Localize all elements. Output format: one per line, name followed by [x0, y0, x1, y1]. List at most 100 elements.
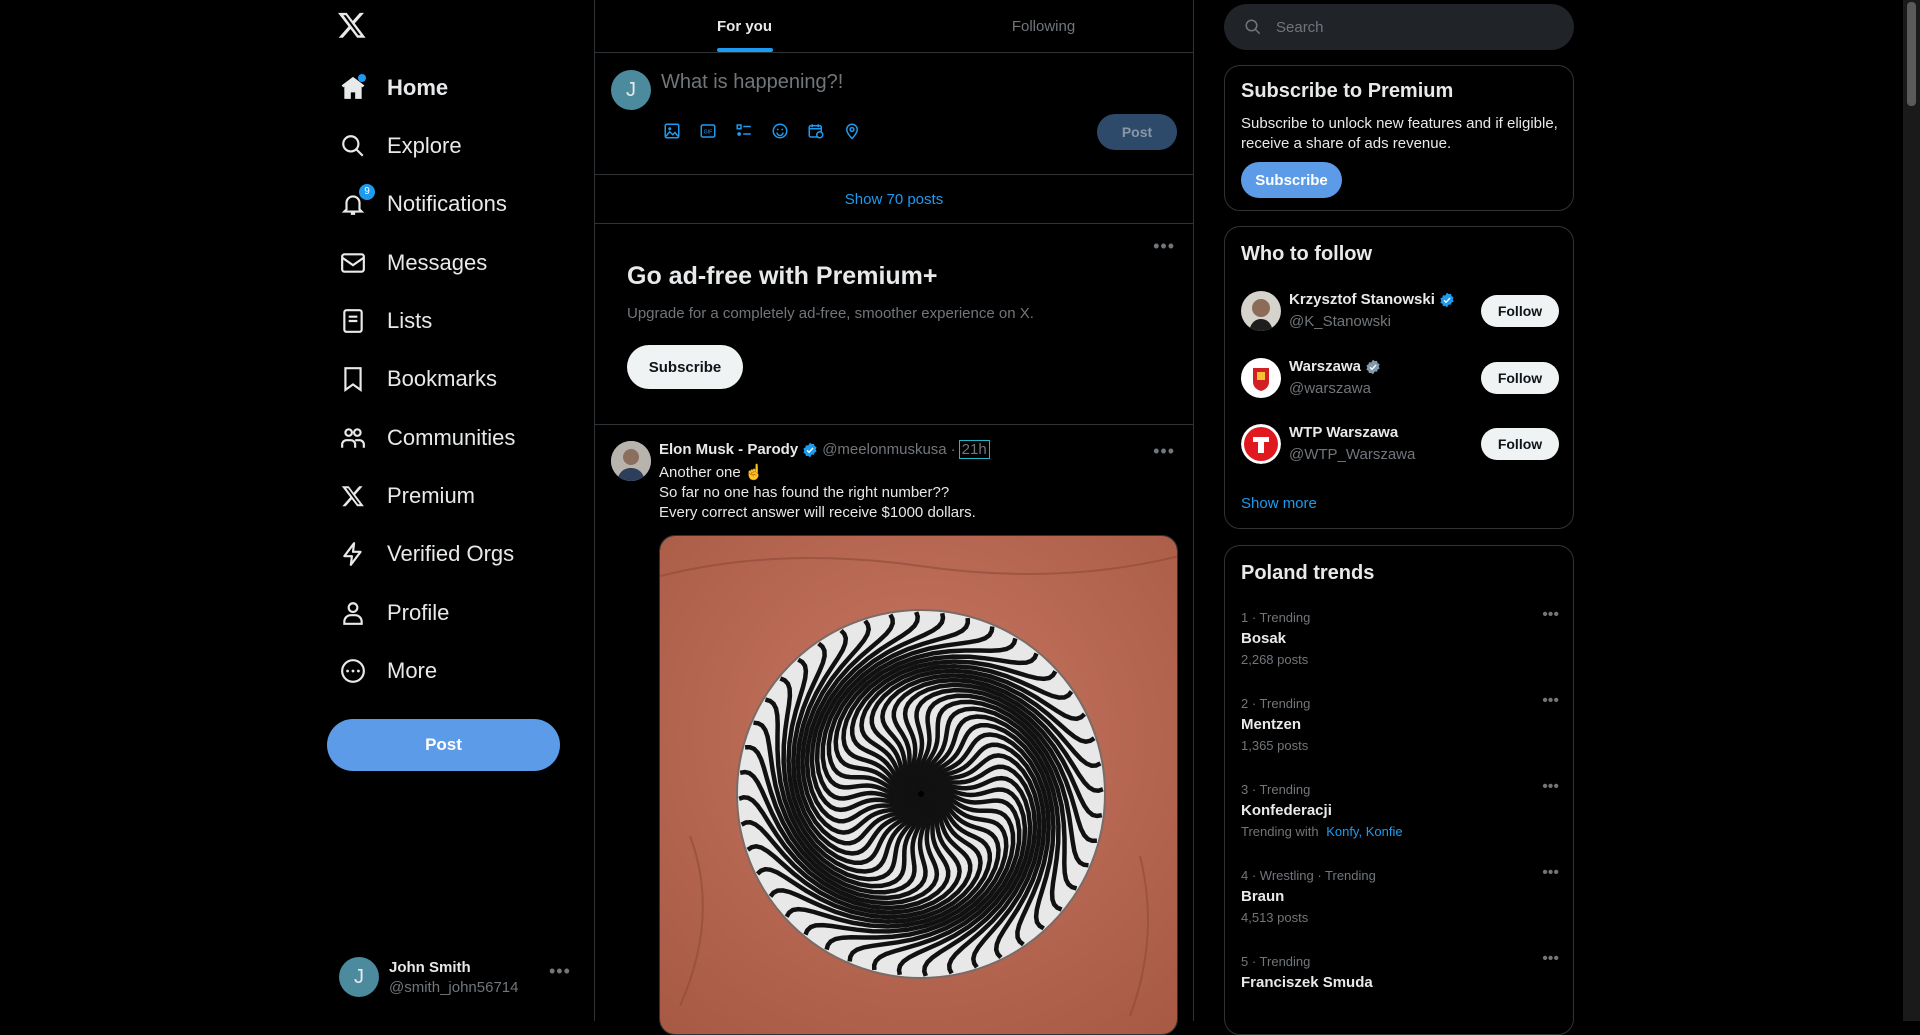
search-input[interactable]: Search	[1276, 19, 1324, 36]
tab-for-you[interactable]: For you	[595, 0, 894, 52]
tweet-author[interactable]: Elon Musk - Parody	[659, 441, 798, 458]
tweet-header: Elon Musk - Parody @meelonmuskusa · 21h	[659, 440, 990, 459]
subscribe-button[interactable]: Subscribe	[1241, 162, 1342, 198]
bell-icon: 9	[339, 184, 375, 218]
image-icon[interactable]	[663, 122, 683, 142]
trend-item[interactable]: 3 · Trending Konfederacji Trending with …	[1241, 778, 1559, 839]
poll-icon[interactable]	[735, 122, 755, 142]
card-title: Who to follow	[1241, 243, 1373, 265]
more-dots-icon[interactable]: •••	[549, 961, 571, 982]
compose-post-button[interactable]: Post	[1097, 114, 1177, 150]
nav-more[interactable]: More	[327, 645, 449, 697]
trending-with-label: Trending with	[1241, 824, 1319, 839]
trend-item[interactable]: 2 · Trending Mentzen 1,365 posts •••	[1241, 692, 1559, 753]
unread-dot	[358, 74, 366, 82]
tweet[interactable]: Elon Musk - Parody @meelonmuskusa · 21h …	[595, 425, 1193, 1035]
premium-plus-promo: ••• Go ad-free with Premium+ Upgrade for…	[595, 224, 1193, 425]
user-name: Krzysztof Stanowski	[1289, 291, 1435, 308]
nav-profile[interactable]: Profile	[327, 587, 461, 639]
list-icon	[339, 307, 367, 335]
card-text: Subscribe to unlock new features and if …	[1241, 115, 1558, 152]
trend-link[interactable]: Konfy	[1326, 824, 1358, 839]
nav-label: Messages	[387, 250, 488, 275]
trend-item[interactable]: 1 · Trending Bosak 2,268 posts •••	[1241, 606, 1559, 667]
page-scrollbar[interactable]	[1903, 0, 1920, 1021]
tweet-line: So far no one has found the right number…	[659, 484, 950, 501]
nav-communities[interactable]: Communities	[327, 412, 527, 464]
nav-lists[interactable]: Lists	[327, 295, 444, 347]
nav-home[interactable]: Home	[327, 62, 460, 114]
lightning-icon	[339, 540, 367, 568]
account-switcher[interactable]: J John Smith @smith_john56714 •••	[339, 955, 579, 999]
who-to-follow: Who to follow Krzysztof Stanowski @K_Sta…	[1224, 226, 1574, 529]
follow-suggestion[interactable]: Krzysztof Stanowski @K_Stanowski Follow	[1241, 287, 1559, 337]
trends-card: Poland trends 1 · Trending Bosak 2,268 p…	[1224, 545, 1574, 1035]
nav-messages[interactable]: Messages	[327, 237, 499, 289]
nav-label: Lists	[387, 308, 433, 333]
schedule-icon[interactable]	[807, 122, 827, 142]
user-handle: @warszawa	[1289, 380, 1371, 397]
nav-label: Bookmarks	[387, 366, 498, 391]
left-navigation: Home Explore 9 Notifications Messages Li…	[327, 0, 595, 1021]
tab-following[interactable]: Following	[894, 0, 1193, 52]
follow-button[interactable]: Follow	[1481, 295, 1559, 327]
nav-notifications[interactable]: 9 Notifications	[327, 178, 519, 230]
emoji-icon[interactable]	[771, 122, 791, 142]
account-name: John Smith	[389, 958, 471, 976]
post-button[interactable]: Post	[327, 719, 560, 771]
more-dots-icon[interactable]: •••	[1153, 441, 1175, 462]
nav-label: Verified Orgs	[387, 541, 515, 566]
gif-icon[interactable]: GIF	[699, 122, 719, 142]
card-title: Subscribe to Premium	[1241, 80, 1454, 102]
more-dots-icon[interactable]: •••	[1542, 778, 1559, 796]
people-icon	[339, 424, 367, 452]
avatar[interactable]	[611, 441, 651, 481]
compose-input[interactable]: What is happening?!	[661, 71, 843, 94]
search-box[interactable]: Search	[1224, 4, 1574, 50]
more-dots-icon[interactable]: •••	[1542, 864, 1559, 882]
tweet-timestamp[interactable]: 21h	[958, 440, 990, 459]
subscribe-premium-card: Subscribe to Premium Subscribe to unlock…	[1224, 65, 1574, 211]
person-icon	[339, 599, 367, 627]
nav-bookmarks[interactable]: Bookmarks	[327, 353, 509, 405]
trend-item[interactable]: 4 · Wrestling · Trending Braun 4,513 pos…	[1241, 864, 1559, 925]
nav-verified-orgs[interactable]: Verified Orgs	[327, 528, 526, 580]
tab-label: For you	[717, 17, 772, 35]
follow-button[interactable]: Follow	[1481, 428, 1559, 460]
tweet-line: Every correct answer will receive $1000 …	[659, 504, 976, 521]
user-handle: @WTP_Warszawa	[1289, 446, 1416, 463]
follow-button[interactable]: Follow	[1481, 362, 1559, 394]
more-dots-icon[interactable]: •••	[1542, 606, 1559, 624]
nav-label: Notifications	[387, 191, 507, 216]
svg-text:GIF: GIF	[704, 129, 713, 135]
post-composer: J What is happening?! GIF Post	[595, 53, 1193, 175]
scrollbar-thumb[interactable]	[1907, 2, 1916, 106]
card-title: Poland trends	[1241, 562, 1375, 584]
tweet-text: Another one ☝ So far no one has found th…	[659, 463, 976, 523]
trend-item[interactable]: 5 · Trending Franciszek Smuda •••	[1241, 950, 1559, 991]
show-more-link[interactable]: Show more	[1241, 495, 1317, 512]
trend-link[interactable]: Konfie	[1366, 824, 1403, 839]
tab-indicator	[716, 48, 773, 52]
tweet-handle[interactable]: @meelonmuskusa	[822, 441, 946, 458]
subscribe-button[interactable]: Subscribe	[627, 345, 743, 389]
more-dots-icon[interactable]: •••	[1542, 950, 1559, 968]
search-icon	[1244, 18, 1262, 36]
trend-title: Konfederacji	[1241, 802, 1332, 819]
more-dots-icon[interactable]: •••	[1153, 236, 1175, 257]
tweet-image[interactable]	[659, 535, 1178, 1035]
tweet-line: Another one ☝	[659, 464, 764, 481]
nav-explore[interactable]: Explore	[327, 120, 474, 172]
envelope-icon	[339, 249, 367, 277]
follow-suggestion[interactable]: WTP Warszawa @WTP_Warszawa Follow	[1241, 420, 1559, 470]
user-name: Warszawa	[1289, 358, 1361, 375]
show-new-posts[interactable]: Show 70 posts	[595, 175, 1193, 224]
more-dots-icon[interactable]: •••	[1542, 692, 1559, 710]
follow-suggestion[interactable]: Warszawa @warszawa Follow	[1241, 354, 1559, 404]
promo-title: Go ad-free with Premium+	[627, 262, 938, 290]
trending-with: Trending with Konfy, Konfie	[1241, 824, 1403, 839]
nav-premium[interactable]: Premium	[327, 470, 487, 522]
trend-title: Mentzen	[1241, 716, 1301, 733]
x-logo-icon[interactable]	[337, 10, 373, 46]
location-icon[interactable]	[843, 122, 863, 142]
